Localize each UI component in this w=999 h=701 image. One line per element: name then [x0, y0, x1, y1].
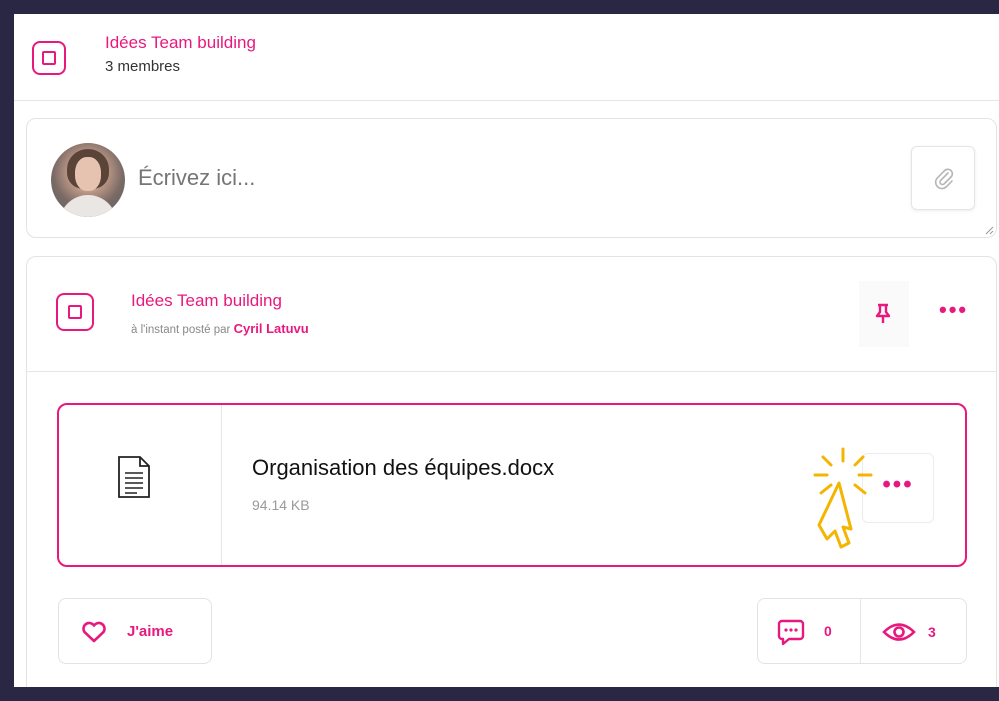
post-stats: 0 3: [757, 598, 967, 664]
post-meta: à l'instant posté par Cyril Latuvu: [131, 321, 309, 336]
file-name[interactable]: Organisation des équipes.docx: [252, 455, 554, 481]
paperclip-icon: [934, 168, 954, 190]
post-input[interactable]: [138, 165, 838, 191]
document-icon: [118, 456, 150, 498]
post-more-button[interactable]: •••: [939, 297, 979, 327]
post-author[interactable]: Cyril Latuvu: [234, 321, 309, 336]
post-header: Idées Team building à l'instant posté pa…: [27, 257, 996, 372]
stats-divider: [860, 599, 861, 663]
group-member-count[interactable]: 3 membres: [105, 58, 180, 75]
post-composer: [26, 118, 997, 238]
comment-icon[interactable]: [776, 617, 806, 647]
like-button[interactable]: J'aime: [58, 598, 212, 664]
group-header: Idées Team building 3 membres: [14, 14, 999, 101]
group-title[interactable]: Idées Team building: [105, 33, 256, 53]
post-time: à l'instant posté par: [131, 324, 231, 336]
eye-icon: [882, 623, 916, 641]
attach-button[interactable]: [911, 146, 975, 210]
file-icon-area: [59, 405, 222, 565]
group-icon: [56, 293, 94, 331]
pin-button[interactable]: [859, 281, 909, 347]
group-icon: [32, 41, 66, 75]
file-attachment[interactable]: Organisation des équipes.docx 94.14 KB •…: [57, 403, 967, 567]
comment-count: 0: [824, 623, 832, 639]
like-label: J'aime: [127, 623, 174, 640]
pin-icon: [875, 303, 891, 323]
view-count: 3: [928, 624, 936, 640]
post-group-name[interactable]: Idées Team building: [131, 291, 282, 311]
pointer-cursor-icon: [813, 447, 873, 549]
post-card: Idées Team building à l'instant posté pa…: [26, 256, 997, 687]
group-panel: Idées Team building 3 membres Idées Team…: [14, 14, 999, 687]
heart-icon: [82, 621, 106, 643]
avatar: [51, 143, 125, 217]
resize-grip-icon[interactable]: [984, 225, 994, 235]
file-size: 94.14 KB: [252, 497, 310, 513]
